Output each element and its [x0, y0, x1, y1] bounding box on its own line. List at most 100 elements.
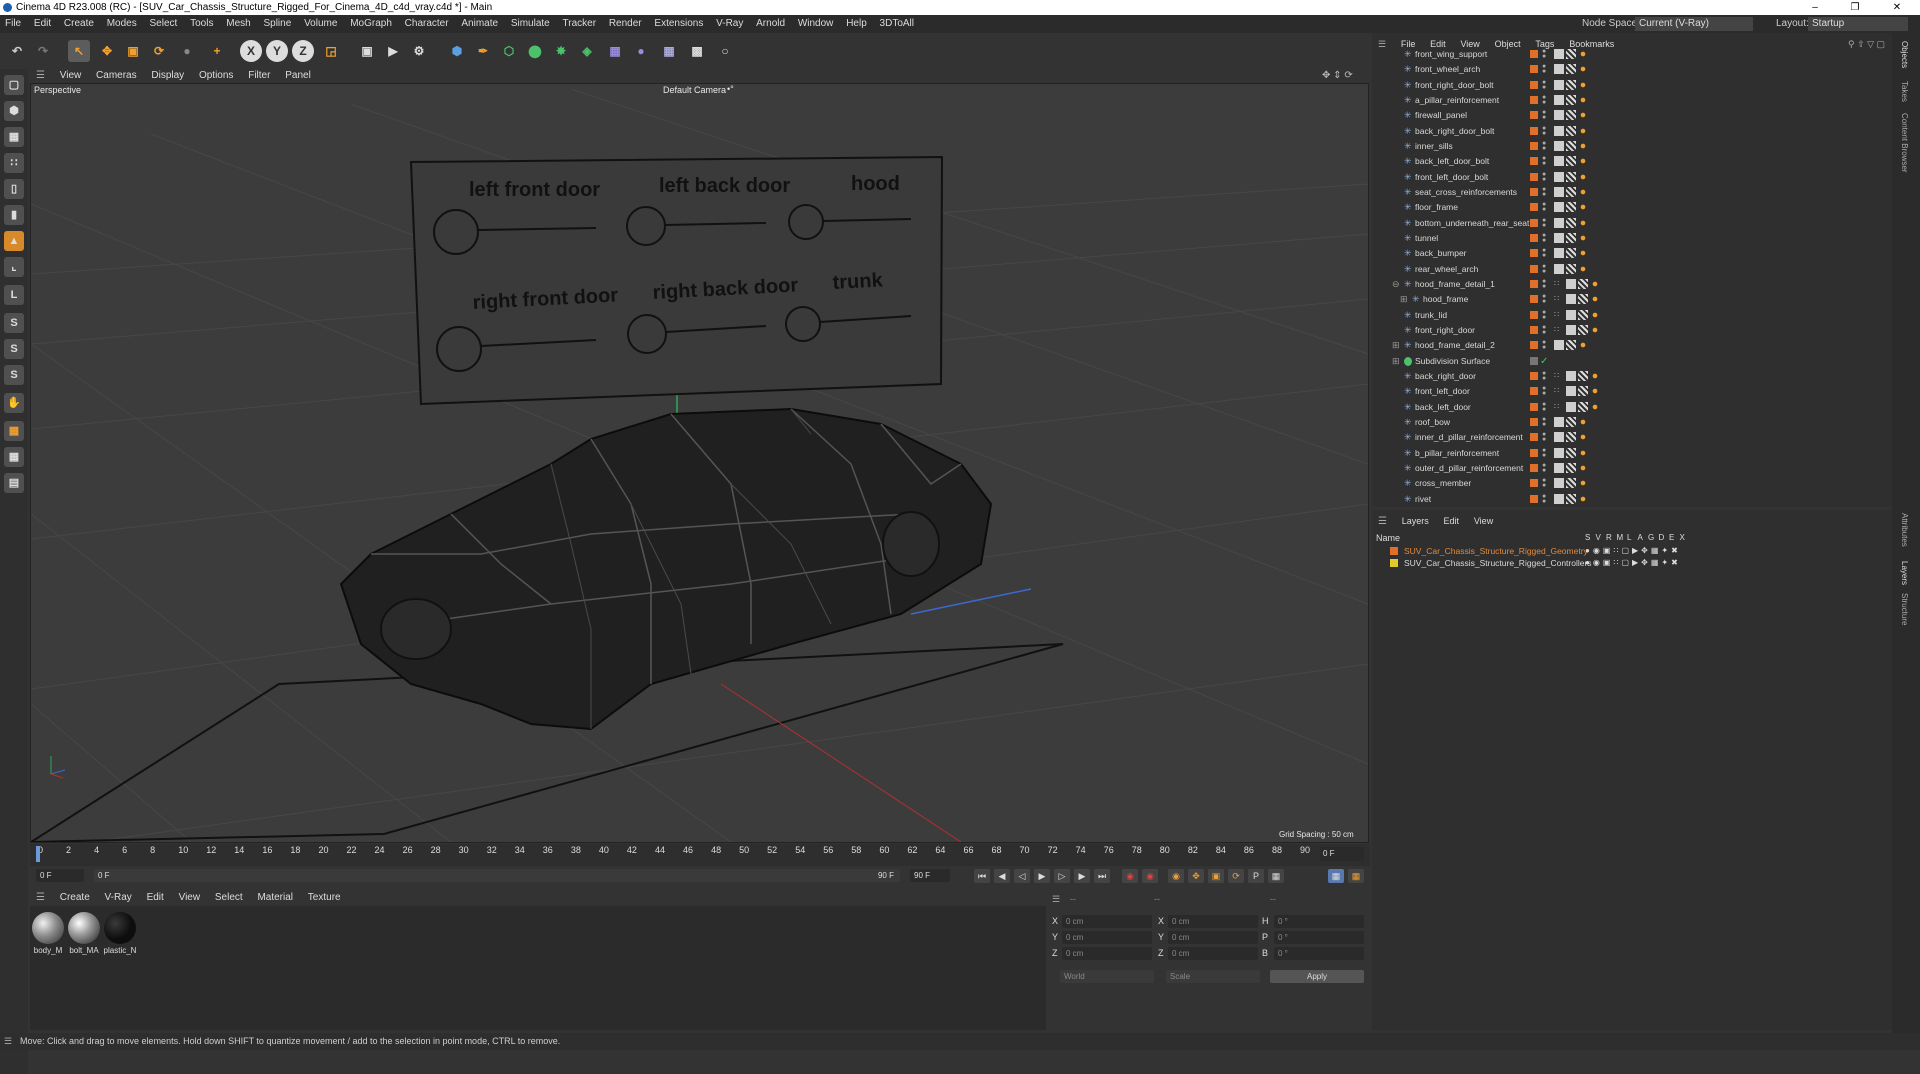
texture-mode-icon[interactable]: ▦ — [4, 127, 24, 147]
object-row[interactable]: ✳ trunk_lid ● ● ∷ — [1372, 308, 1892, 323]
protection-tag-icon[interactable] — [1554, 493, 1564, 504]
layer-color-swatch[interactable] — [1530, 433, 1538, 442]
3d-viewport[interactable]: Perspective Default Camera •° left front… — [30, 83, 1369, 843]
material-tag-icon[interactable] — [1566, 340, 1576, 351]
material-tag-icon[interactable] — [1578, 386, 1588, 397]
tab-content-browser[interactable]: Content Browser — [1900, 113, 1909, 173]
weight-tag-icon[interactable] — [1590, 370, 1600, 381]
object-row[interactable]: ✳ firewall_panel ● ● — [1372, 108, 1892, 123]
object-row[interactable]: ✳ b_pillar_reinforcement ● ● — [1372, 446, 1892, 461]
layer-flag-icons[interactable]: ●◉▣∷▢▶✥▦✦✖ — [1585, 545, 1681, 557]
visibility-dots-icon[interactable]: ● ● — [1542, 48, 1546, 60]
make-editable-icon[interactable]: ▢ — [4, 75, 24, 95]
weight-tag-icon[interactable] — [1578, 462, 1588, 473]
visibility-dots-icon[interactable]: ● ● — [1542, 293, 1546, 305]
material-tag-icon[interactable] — [1566, 432, 1576, 443]
coord-mode-dropdown[interactable]: World — [1060, 970, 1154, 983]
extrude-icon[interactable]: ⬤ — [524, 40, 546, 62]
material-tag-icon[interactable] — [1566, 478, 1576, 489]
close-button[interactable]: ✕ — [1882, 0, 1912, 15]
xpresso-tag-icon[interactable]: ∷ — [1554, 402, 1564, 412]
protection-tag-icon[interactable] — [1554, 432, 1564, 443]
menu-vray[interactable]: V-Ray — [711, 15, 748, 33]
menu-mesh[interactable]: Mesh — [221, 15, 255, 33]
weight-tag-icon[interactable] — [1578, 447, 1588, 458]
layer-menu-view[interactable]: View — [1468, 516, 1499, 526]
y-axis-lock-button[interactable]: Y — [266, 40, 288, 62]
keyframe-selection-icon[interactable]: ◉ — [1168, 869, 1184, 883]
enabled-check-icon[interactable]: ✓ — [1540, 354, 1548, 369]
visibility-dots-icon[interactable]: ● ● — [1542, 247, 1546, 259]
object-row[interactable]: ✳ back_right_door ● ● ∷ — [1372, 369, 1892, 384]
key-scale-icon[interactable]: ▣ — [1208, 869, 1224, 883]
protection-tag-icon[interactable] — [1566, 401, 1576, 412]
key-position-icon[interactable]: ✥ — [1188, 869, 1204, 883]
weight-tag-icon[interactable] — [1590, 401, 1600, 412]
key-rotation-icon[interactable]: ⟳ — [1228, 869, 1244, 883]
visibility-dots-icon[interactable]: ● ● — [1542, 217, 1546, 229]
layer-color-swatch[interactable] — [1530, 310, 1538, 319]
object-row[interactable]: ✳ inner_d_pillar_reinforcement ● ● — [1372, 430, 1892, 445]
menu-3dtoall[interactable]: 3DToAll — [875, 15, 919, 33]
array-icon[interactable]: ◈ — [576, 40, 598, 62]
coord-scale-dropdown[interactable]: Scale — [1166, 970, 1260, 983]
tab-takes[interactable]: Takes — [1900, 81, 1909, 102]
coordinate-system-icon[interactable]: ◲ — [320, 40, 342, 62]
visibility-dots-icon[interactable]: ● ● — [1542, 155, 1546, 167]
pen-spline-icon[interactable]: ✒ — [472, 40, 494, 62]
visibility-dots-icon[interactable]: ● ● — [1542, 201, 1546, 213]
menu-select[interactable]: Select — [145, 15, 183, 33]
visibility-dots-icon[interactable]: ● ● — [1542, 94, 1546, 106]
material-tag-icon[interactable] — [1566, 217, 1576, 228]
menu-modes[interactable]: Modes — [102, 15, 142, 33]
layer-color-swatch[interactable] — [1530, 264, 1538, 273]
menu-edit[interactable]: Edit — [29, 15, 56, 33]
layer-row[interactable]: SUV_Car_Chassis_Structure_Rigged_Geometr… — [1372, 545, 1892, 557]
visibility-dots-icon[interactable]: ● ● — [1542, 232, 1546, 244]
timeline-ruler[interactable]: 0 2 4 6 8 10 12 14 16 18 20 22 24 26 28 30 32 34 36 38 40 42 4… — [30, 844, 1370, 866]
menu-spline[interactable]: Spline — [258, 15, 296, 33]
layer-color-swatch[interactable] — [1530, 387, 1538, 396]
expand-toggle-icon[interactable]: ⊖ — [1392, 277, 1400, 292]
layer-color-swatch[interactable] — [1530, 65, 1538, 74]
next-key-icon[interactable]: ▶ — [1074, 869, 1090, 883]
protection-tag-icon[interactable] — [1554, 125, 1564, 136]
material-tag-icon[interactable] — [1578, 324, 1588, 335]
expand-toggle-icon[interactable]: ⊞ — [1400, 292, 1408, 307]
object-row[interactable]: ✳ front_wing_support ● ● — [1372, 47, 1892, 62]
render-view-icon[interactable]: ▶ — [382, 40, 404, 62]
protection-tag-icon[interactable] — [1554, 340, 1564, 351]
render-region-icon[interactable]: ▣ — [356, 40, 378, 62]
status-menu-icon[interactable]: ☰ — [4, 1033, 12, 1050]
recent-tool-icon[interactable]: ● — [176, 40, 198, 62]
object-mode-icon[interactable]: ▲ — [4, 231, 24, 251]
viewport-menu-cameras[interactable]: Cameras — [90, 69, 143, 82]
visibility-dots-icon[interactable]: ● ● — [1542, 339, 1546, 351]
visibility-dots-icon[interactable]: ● ● — [1542, 447, 1546, 459]
range-slider[interactable]: 0 F 90 F — [94, 869, 900, 882]
fcurve-view-icon[interactable]: ▦ — [1348, 869, 1364, 883]
layer-color-swatch[interactable] — [1390, 547, 1398, 555]
redo-icon[interactable]: ↷ — [32, 40, 54, 62]
material-swatch-plastic[interactable] — [104, 912, 136, 944]
weight-tag-icon[interactable] — [1578, 156, 1588, 167]
xpresso-tag-icon[interactable]: ∷ — [1554, 325, 1564, 335]
rot-b-field[interactable]: 0 ° — [1274, 947, 1364, 960]
object-row[interactable]: ⊞ Subdivision Surface ✓ — [1372, 354, 1892, 369]
object-row[interactable]: ✳ front_wheel_arch ● ● — [1372, 62, 1892, 77]
object-row[interactable]: ✳ back_left_door_bolt ● ● — [1372, 154, 1892, 169]
material-tag-icon[interactable] — [1578, 278, 1588, 289]
material-menu-vray[interactable]: V-Ray — [99, 890, 138, 906]
hamburger-icon[interactable]: ☰ — [1372, 516, 1393, 527]
cube-icon[interactable]: ⬢ — [446, 40, 468, 62]
add-tool-icon[interactable]: + — [206, 40, 228, 62]
weight-tag-icon[interactable] — [1578, 171, 1588, 182]
menu-arnold[interactable]: Arnold — [751, 15, 790, 33]
viewport-menu-options[interactable]: Options — [193, 69, 239, 82]
key-param-icon[interactable]: P — [1248, 869, 1264, 883]
weight-tag-icon[interactable] — [1578, 493, 1588, 504]
menu-window[interactable]: Window — [793, 15, 839, 33]
autokey-icon[interactable]: ◉ — [1142, 869, 1158, 883]
layer-menu-edit[interactable]: Edit — [1438, 516, 1466, 526]
suv-chassis-wireframe[interactable] — [339, 407, 993, 731]
